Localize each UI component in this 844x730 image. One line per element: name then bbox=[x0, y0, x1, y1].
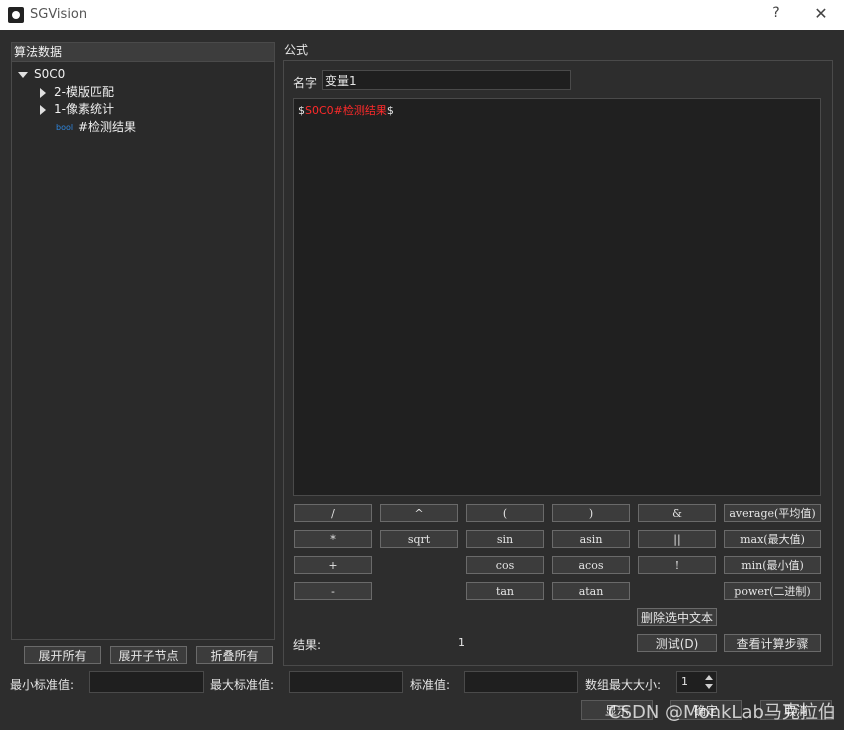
array-max-label: 数组最大大小: bbox=[585, 678, 662, 692]
name-input[interactable]: 变量1 bbox=[322, 70, 571, 90]
operator-button[interactable]: tan bbox=[466, 582, 544, 600]
operator-button[interactable]: - bbox=[294, 582, 372, 600]
close-button[interactable]: ✕ bbox=[812, 4, 830, 24]
delete-selected-text-button[interactable]: 删除选中文本 bbox=[637, 608, 717, 626]
spin-down-icon[interactable] bbox=[705, 684, 713, 689]
result-label: 结果: bbox=[293, 638, 322, 652]
formula-editor[interactable]: $S0C0#检测结果$ bbox=[293, 98, 821, 496]
name-label: 名字 bbox=[293, 76, 318, 90]
collapsed-arrow-icon[interactable] bbox=[40, 87, 46, 98]
max-std-label: 最大标准值: bbox=[210, 678, 275, 692]
operator-button[interactable]: * bbox=[294, 530, 372, 548]
tree-item-label: 1-像素统计 bbox=[54, 102, 114, 116]
formula-dollar: $ bbox=[386, 104, 394, 117]
operator-button[interactable]: asin bbox=[552, 530, 630, 548]
operator-button[interactable]: ) bbox=[552, 504, 630, 522]
operator-button[interactable]: acos bbox=[552, 556, 630, 574]
operator-button[interactable]: + bbox=[294, 556, 372, 574]
formula-section-title: 公式 bbox=[284, 43, 309, 57]
operator-button[interactable]: || bbox=[638, 530, 716, 548]
operator-button[interactable]: power(二进制) bbox=[724, 582, 821, 600]
tree-item-pixel-stats[interactable]: 1-像素统计 bbox=[40, 100, 114, 118]
spin-up-icon[interactable] bbox=[705, 675, 713, 680]
max-std-input[interactable] bbox=[289, 671, 403, 693]
window-title: SGVision bbox=[30, 7, 88, 22]
operator-button[interactable]: ^ bbox=[380, 504, 458, 522]
operator-button[interactable]: ! bbox=[638, 556, 716, 574]
operator-button[interactable]: cos bbox=[466, 556, 544, 574]
result-value: 1 bbox=[458, 636, 465, 649]
std-label: 标准值: bbox=[410, 678, 451, 692]
app-logo-icon bbox=[8, 7, 24, 23]
test-button[interactable]: 测试(D) bbox=[637, 634, 717, 652]
collapsed-arrow-icon[interactable] bbox=[40, 104, 46, 115]
help-button[interactable]: ? bbox=[768, 5, 784, 25]
operator-button[interactable]: / bbox=[294, 504, 372, 522]
tree-item-label: S0C0 bbox=[34, 67, 66, 81]
std-input[interactable] bbox=[464, 671, 578, 693]
operator-button[interactable]: ( bbox=[466, 504, 544, 522]
formula-dollar: $ bbox=[298, 104, 305, 117]
collapse-all-button[interactable]: 折叠所有 bbox=[196, 646, 273, 664]
title-bar: SGVision ? ✕ bbox=[0, 0, 844, 30]
tree-item-root[interactable]: S0C0 bbox=[18, 65, 65, 83]
formula-variable: S0C0#检测结果 bbox=[305, 104, 387, 117]
bool-type-icon: bool bbox=[56, 122, 74, 132]
operator-button[interactable]: & bbox=[638, 504, 716, 522]
tree-item-label: 2-模版匹配 bbox=[54, 85, 114, 99]
operator-button[interactable]: max(最大值) bbox=[724, 530, 821, 548]
tree-item-detection-result[interactable]: bool #检测结果 bbox=[56, 118, 136, 136]
array-max-spinbox[interactable]: 1 bbox=[676, 671, 717, 693]
expand-all-button[interactable]: 展开所有 bbox=[24, 646, 101, 664]
operator-button[interactable]: sqrt bbox=[380, 530, 458, 548]
operator-button[interactable]: sin bbox=[466, 530, 544, 548]
algorithm-data-panel: 算法数据 S0C0 2-模版匹配 1-像素统计 bool #检测结果 bbox=[11, 42, 275, 640]
spinbox-value: 1 bbox=[681, 675, 688, 688]
operator-button[interactable]: atan bbox=[552, 582, 630, 600]
tree-item-template-match[interactable]: 2-模版匹配 bbox=[40, 83, 114, 101]
tree-item-label: #检测结果 bbox=[78, 120, 137, 134]
operator-button[interactable]: min(最小值) bbox=[724, 556, 821, 574]
watermark-text: CSDN @MonkLab马克拉伯 bbox=[608, 702, 836, 723]
panel-header: 算法数据 bbox=[12, 43, 274, 62]
min-std-label: 最小标准值: bbox=[10, 678, 75, 692]
expanded-arrow-icon[interactable] bbox=[18, 71, 28, 78]
expand-children-button[interactable]: 展开子节点 bbox=[110, 646, 187, 664]
view-calc-steps-button[interactable]: 查看计算步骤 bbox=[724, 634, 821, 652]
operator-button[interactable]: average(平均值) bbox=[724, 504, 821, 522]
min-std-input[interactable] bbox=[89, 671, 204, 693]
